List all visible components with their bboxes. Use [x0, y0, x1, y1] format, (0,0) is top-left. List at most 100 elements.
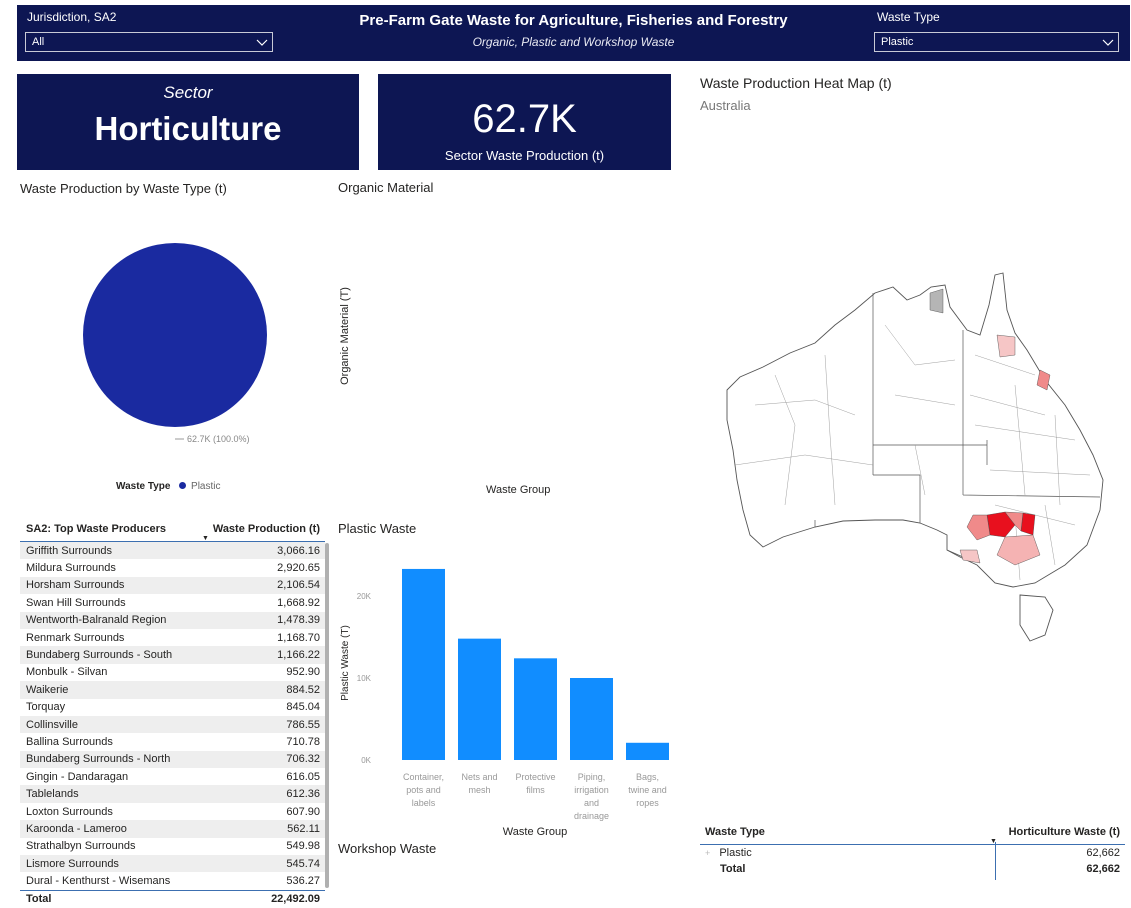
x-tick-label: Protective films [515, 772, 555, 795]
map-title: Waste Production Heat Map (t) [700, 75, 892, 91]
table-row[interactable]: Collinsville 786.55 [20, 715, 325, 734]
table-row[interactable]: Bundaberg Surrounds - South 1,166.22 [20, 646, 325, 664]
map-region-light[interactable] [996, 334, 1016, 358]
top-producers-table: SA2: Top Waste Producers Waste Productio… [20, 517, 325, 908]
table-body: Griffith Surrounds 3,066.16 Mildura Surrou… [20, 542, 325, 890]
production-card-value: 62.7K [472, 97, 577, 141]
map-subtitle: Australia [700, 98, 751, 113]
column-header-horticulture-waste[interactable]: Horticulture Waste (t) ▼ [990, 826, 1120, 845]
table-row[interactable]: Dural - Kenthurst - Wisemans 536.27 [20, 872, 325, 889]
producer-name: Horsham Surrounds [26, 579, 125, 592]
table-row[interactable]: Swan Hill Surrounds 1,668.92 [20, 594, 325, 611]
x-tick-label-line: twine and [628, 785, 667, 795]
australia-heat-map[interactable] [715, 265, 1110, 650]
table-row[interactable]: Karoonda - Lameroo 562.11 [20, 820, 325, 838]
producer-value: 1,478.39 [277, 614, 320, 627]
producer-name: Bundaberg Surrounds - South [26, 649, 173, 662]
expand-icon[interactable]: + [705, 848, 710, 858]
map-tasmania[interactable] [1019, 594, 1054, 642]
y-tick-label: 0K [361, 756, 371, 765]
x-tick-label-line: drainage [574, 811, 609, 821]
x-tick-label: Nets and mesh [461, 772, 497, 795]
producer-value: 562.11 [287, 822, 320, 835]
x-tick-label-line: irrigation [574, 785, 609, 795]
report-title: Pre-Farm Gate Waste for Agriculture, Fis… [359, 12, 788, 29]
producer-name: Monbulk - Silvan [26, 666, 108, 679]
producer-value: 545.74 [286, 857, 320, 870]
producer-value: 786.55 [286, 718, 320, 731]
pie-data-label: 62.7K (100.0%) [187, 434, 250, 444]
waste-type-slicer[interactable]: Plastic [874, 32, 1119, 52]
producer-value: 2,920.65 [277, 562, 320, 575]
bar[interactable] [514, 658, 557, 760]
table-row[interactable]: + Plastic 62,662 [700, 845, 1125, 861]
map-region-high[interactable] [1020, 512, 1036, 536]
column-header-sa2[interactable]: SA2: Top Waste Producers [26, 523, 200, 535]
pie-legend-entry[interactable]: Plastic [191, 481, 220, 492]
table-row[interactable]: Torquay 845.04 [20, 699, 325, 716]
organic-chart-title: Organic Material [338, 180, 434, 195]
table-row[interactable]: Tablelands 612.36 [20, 785, 325, 803]
bar[interactable] [402, 568, 445, 760]
bar[interactable] [458, 638, 501, 760]
table-row[interactable]: Wentworth-Balranald Region 1,478.39 [20, 611, 325, 629]
production-card-caption: Sector Waste Production (t) [444, 148, 605, 163]
table-row[interactable]: Griffith Surrounds 3,066.16 [20, 542, 325, 560]
x-tick-label-line: films [526, 785, 545, 795]
table-row[interactable]: Loxton Surrounds 607.90 [20, 803, 325, 820]
producer-name: Swan Hill Surrounds [26, 596, 126, 609]
pie-chart-title: Waste Production by Waste Type (t) [20, 181, 227, 196]
column-divider[interactable] [995, 842, 996, 880]
waste-type-cell: + Plastic [705, 847, 990, 859]
legend-dot-icon [179, 482, 187, 489]
producer-value: 2,106.54 [277, 579, 320, 592]
x-tick-label: Bags, twine and ropes [628, 772, 667, 808]
waste-type-table: Waste Type Horticulture Waste (t) ▼ + Pl… [700, 820, 1125, 877]
producer-value: 706.32 [286, 753, 320, 766]
producer-name: Renmark Surrounds [26, 631, 125, 644]
map-region-light[interactable] [959, 549, 981, 564]
producer-name: Torquay [26, 701, 66, 714]
map-mainland[interactable] [726, 272, 1104, 588]
producer-value: 1,168.70 [277, 631, 320, 644]
table-row[interactable]: Strathalbyn Surrounds 549.98 [20, 838, 325, 855]
x-tick-label-line: mesh [468, 785, 490, 795]
table-row[interactable]: Ballina Surrounds 710.78 [20, 733, 325, 750]
plastic-x-axis-label: Waste Group [503, 826, 567, 838]
producer-name: Mildura Surrounds [26, 562, 116, 575]
bar[interactable] [626, 742, 669, 760]
table-row[interactable]: Gingin - Dandaragan 616.05 [20, 768, 325, 785]
producer-name: Ballina Surrounds [26, 735, 113, 748]
y-tick-label: 20K [357, 592, 372, 601]
table-row[interactable]: Horsham Surrounds 2,106.54 [20, 576, 325, 595]
table-row[interactable]: Renmark Surrounds 1,168.70 [20, 629, 325, 646]
producer-value: 616.05 [286, 770, 320, 783]
waste-type-name: Plastic [719, 847, 752, 859]
pie-slice-plastic[interactable] [83, 243, 267, 427]
map-region-grey[interactable] [929, 288, 944, 314]
report-header: Jurisdiction, SA2 All Pre-Farm Gate Wast… [17, 5, 1130, 61]
table-row[interactable]: Mildura Surrounds 2,920.65 [20, 559, 325, 576]
producer-name: Loxton Surrounds [26, 805, 113, 818]
table-row[interactable]: Lismore Surrounds 545.74 [20, 855, 325, 873]
column-header-waste-production[interactable]: Waste Production (t) ▼ [200, 523, 320, 542]
table-row[interactable]: Bundaberg Surrounds - North 706.32 [20, 750, 325, 769]
column-header-waste-type[interactable]: Waste Type [705, 826, 990, 838]
table-row[interactable]: Waikerie 884.52 [20, 681, 325, 699]
x-tick-label-line: Protective [515, 772, 555, 782]
table-row[interactable]: Monbulk - Silvan 952.90 [20, 664, 325, 681]
bar[interactable] [570, 678, 613, 760]
production-card: 62.7K Sector Waste Production (t) [378, 74, 671, 170]
column-header-horticulture-waste-label: Horticulture Waste (t) [1008, 826, 1120, 838]
organic-y-axis-label: Organic Material (T) [339, 287, 351, 385]
waste-type-slicer-value: Plastic [881, 36, 914, 48]
table-scrollbar[interactable] [325, 543, 329, 888]
x-tick-label-line: ropes [636, 798, 659, 808]
sort-descending-icon: ▼ [202, 535, 209, 542]
table-header: SA2: Top Waste Producers Waste Productio… [20, 517, 325, 542]
plastic-chart-title: Plastic Waste [338, 521, 417, 536]
producer-value: 952.90 [286, 666, 320, 679]
producer-name: Dural - Kenthurst - Wisemans [26, 875, 171, 888]
producer-name: Karoonda - Lameroo [26, 822, 127, 835]
waste-type-value: 62,662 [1086, 847, 1120, 859]
